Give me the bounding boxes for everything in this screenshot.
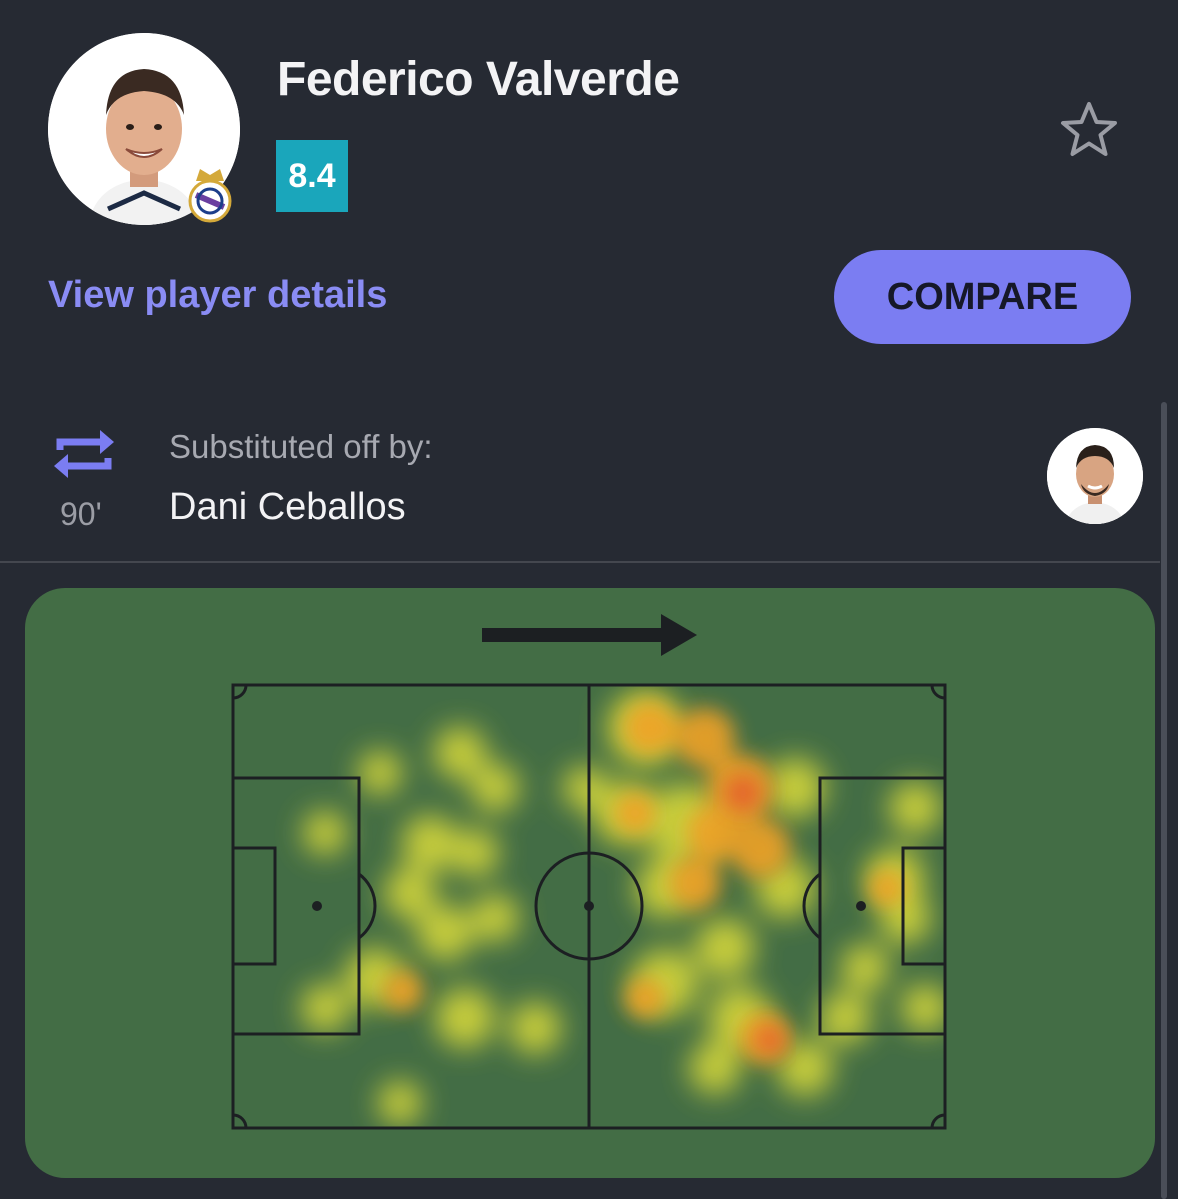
- club-crest-icon: [186, 163, 234, 223]
- substitution-minute: 90': [60, 496, 102, 532]
- swap-arrows-icon: [52, 424, 116, 484]
- view-player-details-link[interactable]: View player details: [48, 274, 387, 317]
- heatmap-pitch: [231, 614, 947, 1130]
- attack-direction-arrow-icon: [482, 614, 697, 656]
- substitute-avatar[interactable]: [1047, 428, 1143, 524]
- star-outline-icon[interactable]: [1058, 100, 1120, 160]
- section-divider: [0, 561, 1160, 563]
- substitute-player-name[interactable]: Dani Ceballos: [169, 486, 406, 529]
- substitution-label: Substituted off by:: [169, 428, 433, 465]
- player-name: Federico Valverde: [277, 53, 680, 106]
- substitute-photo: [1047, 428, 1143, 524]
- heatmap-overlay: [301, 690, 945, 1125]
- heatmap-card: [25, 588, 1155, 1178]
- rating-badge: 8.4: [276, 140, 348, 212]
- scrollbar[interactable]: [1161, 402, 1167, 1199]
- compare-button[interactable]: COMPARE: [834, 250, 1131, 344]
